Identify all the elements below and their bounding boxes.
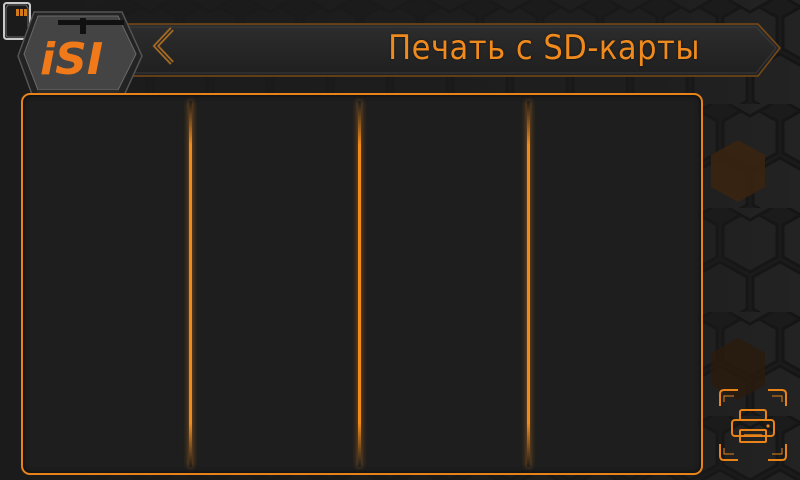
isi-logo: iSI: [17, 11, 143, 101]
back-button[interactable]: [150, 26, 200, 76]
file-column-2[interactable]: [193, 95, 363, 473]
file-column-1[interactable]: [23, 95, 193, 473]
file-list-panel: [21, 93, 703, 475]
file-column-4[interactable]: [532, 95, 702, 473]
sd-print-screen: Печать с SD-карты iSI: [0, 0, 800, 480]
column-divider: [358, 101, 361, 467]
file-column-3[interactable]: [362, 95, 532, 473]
column-divider: [189, 101, 192, 467]
print-button[interactable]: [716, 388, 790, 462]
logo-text: iSI: [40, 34, 103, 85]
page-title: Печать с SD-карты: [388, 28, 700, 68]
printer-icon: [719, 389, 787, 461]
chevron-left-icon: [152, 27, 174, 65]
column-divider: [527, 101, 530, 467]
